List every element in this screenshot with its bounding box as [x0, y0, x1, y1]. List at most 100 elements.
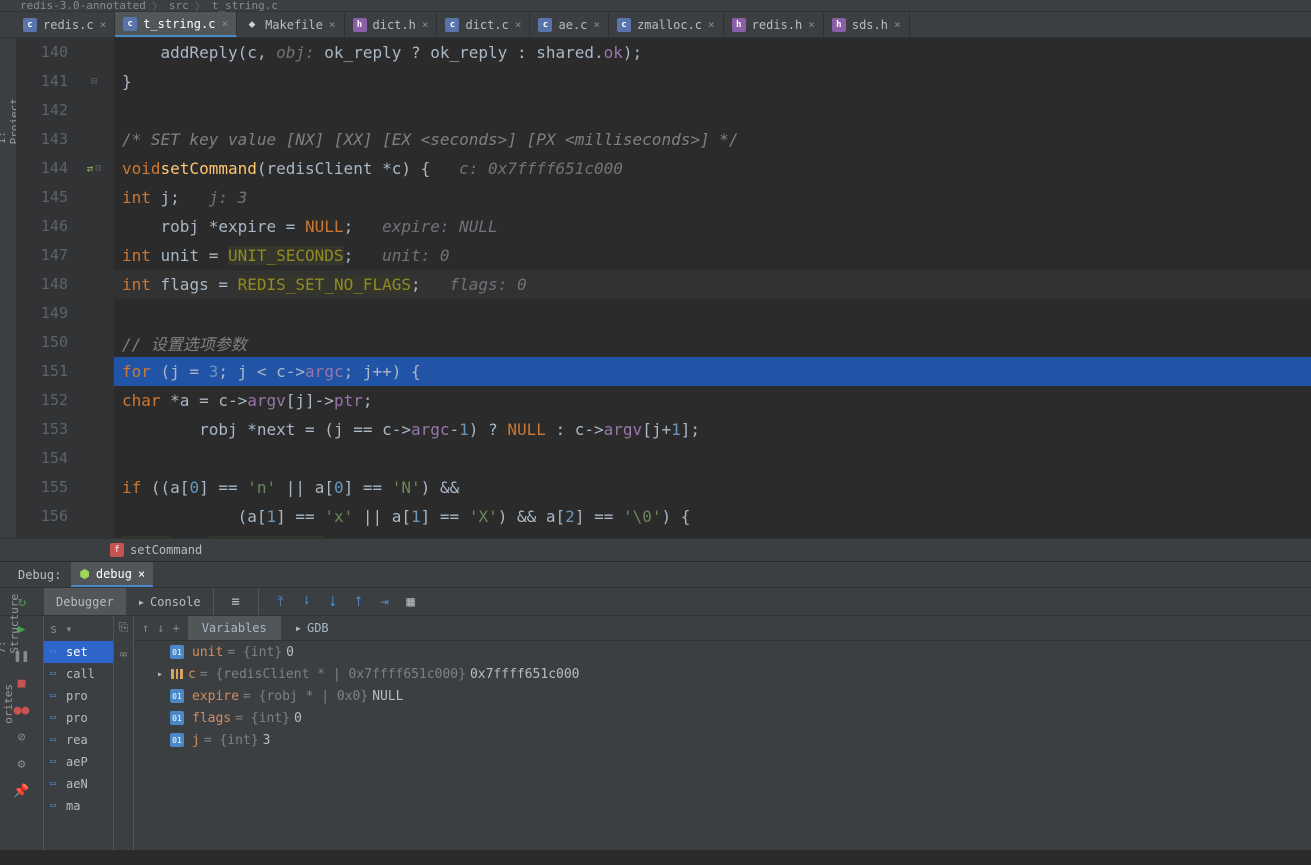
- code-line-150[interactable]: // 设置选项参数: [114, 328, 1311, 357]
- fold-icon[interactable]: ⊟: [95, 154, 101, 183]
- variable-row-expire[interactable]: 01expire = {robj * | 0x0} NULL: [134, 685, 1311, 707]
- stack-frame[interactable]: ▭rea: [44, 729, 113, 751]
- close-icon[interactable]: ×: [221, 17, 228, 30]
- line-number[interactable]: 143: [16, 125, 76, 154]
- code-line-143[interactable]: /* SET key value [NX] [XX] [EX <seconds>…: [114, 125, 1311, 154]
- line-number[interactable]: 147: [16, 241, 76, 270]
- stop-icon[interactable]: ■: [18, 676, 26, 691]
- line-number[interactable]: 152: [16, 386, 76, 415]
- line-number[interactable]: 157: [16, 531, 76, 538]
- code-line-155[interactable]: if ((a[0] == 'n' || a[0] == 'N') &&: [114, 473, 1311, 502]
- editor-tab-dict-h[interactable]: hdict.h×: [345, 12, 438, 37]
- close-icon[interactable]: ×: [138, 567, 145, 581]
- debug-config-tab[interactable]: ⬢ debug ×: [71, 562, 153, 587]
- code-line-149[interactable]: [114, 299, 1311, 328]
- tool-favorites[interactable]: orites: [2, 684, 15, 724]
- stack-frame[interactable]: ▭call: [44, 663, 113, 685]
- code-line-146[interactable]: robj *expire = NULL; expire: NULL: [114, 212, 1311, 241]
- editor-tab-redis-c[interactable]: credis.c×: [15, 12, 115, 37]
- editor-tab-ae-c[interactable]: cae.c×: [530, 12, 609, 37]
- line-number[interactable]: 142: [16, 96, 76, 125]
- step-into-icon[interactable]: ⭣: [325, 594, 341, 610]
- line-number[interactable]: 150: [16, 328, 76, 357]
- gdb-tab[interactable]: ▸ GDB: [281, 616, 343, 640]
- editor-tab-dict-c[interactable]: cdict.c×: [437, 12, 530, 37]
- run-to-cursor-icon[interactable]: ⇥: [377, 594, 393, 610]
- variable-row-flags[interactable]: 01flags = {int} 0: [134, 707, 1311, 729]
- code-line-157[interactable]: flags |= REDIS_SET_NX;: [114, 531, 1311, 538]
- evaluate-icon[interactable]: ▦: [403, 594, 419, 610]
- code-line-144[interactable]: void setCommand(redisClient *c) { c: 0x7…: [114, 154, 1311, 183]
- editor-tab-redis-h[interactable]: hredis.h×: [724, 12, 824, 37]
- code-line-152[interactable]: char *a = c->argv[j]->ptr;: [114, 386, 1311, 415]
- console-tab[interactable]: ▸ Console: [126, 588, 213, 615]
- pin-icon[interactable]: 📌: [13, 784, 29, 799]
- breadcrumb-project[interactable]: redis-3.0-annotated: [20, 0, 146, 12]
- copy-icon[interactable]: ⎘: [119, 620, 129, 635]
- down-arrow-icon[interactable]: ↓: [157, 621, 164, 635]
- stack-frame[interactable]: ▭pro: [44, 685, 113, 707]
- code-line-151[interactable]: for (j = 3; j < c->argc; j++) {: [114, 357, 1311, 386]
- close-icon[interactable]: ×: [894, 18, 901, 31]
- line-number[interactable]: 145: [16, 183, 76, 212]
- code-line-153[interactable]: robj *next = (j == c->argc-1) ? NULL : c…: [114, 415, 1311, 444]
- line-number[interactable]: 149: [16, 299, 76, 328]
- line-number[interactable]: 144: [16, 154, 76, 183]
- line-number[interactable]: 154: [16, 444, 76, 473]
- editor-tab-zmalloc-c[interactable]: czmalloc.c×: [609, 12, 724, 37]
- add-icon[interactable]: +: [172, 621, 179, 635]
- tool-structure[interactable]: 7: Structure: [0, 594, 21, 654]
- variable-row-unit[interactable]: 01unit = {int} 0: [134, 641, 1311, 663]
- line-number[interactable]: 148: [16, 270, 76, 299]
- code-line-156[interactable]: (a[1] == 'x' || a[1] == 'X') && a[2] == …: [114, 502, 1311, 531]
- close-icon[interactable]: ×: [593, 18, 600, 31]
- code-line-145[interactable]: int j; j: 3: [114, 183, 1311, 212]
- mute-breakpoints-icon[interactable]: ⊘: [18, 730, 26, 745]
- close-icon[interactable]: ×: [422, 18, 429, 31]
- editor-tab-sds-h[interactable]: hsds.h×: [824, 12, 910, 37]
- close-icon[interactable]: ×: [808, 18, 815, 31]
- variable-row-j[interactable]: 01j = {int} 3: [134, 729, 1311, 751]
- stack-frame[interactable]: ▭ma: [44, 795, 113, 817]
- debugger-tab[interactable]: Debugger: [44, 588, 126, 615]
- line-number[interactable]: 140: [16, 38, 76, 67]
- line-number[interactable]: 153: [16, 415, 76, 444]
- line-number[interactable]: 141: [16, 67, 76, 96]
- code-line-147[interactable]: int unit = UNIT_SECONDS; unit: 0: [114, 241, 1311, 270]
- editor-tab-t_string-c[interactable]: ct_string.c×: [115, 12, 237, 37]
- line-number[interactable]: 146: [16, 212, 76, 241]
- code-line-141[interactable]: }: [114, 67, 1311, 96]
- line-number[interactable]: 151: [16, 357, 76, 386]
- fold-icon[interactable]: ⊟: [91, 67, 97, 96]
- breadcrumb-folder[interactable]: src: [169, 0, 189, 12]
- line-number[interactable]: 156: [16, 502, 76, 531]
- code-line-154[interactable]: [114, 444, 1311, 473]
- step-out-icon[interactable]: ⭡: [351, 594, 367, 610]
- function-name[interactable]: setCommand: [130, 543, 202, 557]
- breakpoints-icon[interactable]: ●●: [14, 703, 30, 718]
- code-line-140[interactable]: addReply(c, obj: ok_reply ? ok_reply : s…: [114, 38, 1311, 67]
- stack-frame[interactable]: ▭pro: [44, 707, 113, 729]
- threads-icon[interactable]: ≡: [228, 594, 244, 610]
- code-line-148[interactable]: int flags = REDIS_SET_NO_FLAGS; flags: 0: [114, 270, 1311, 299]
- close-icon[interactable]: ×: [100, 18, 107, 31]
- stack-frame[interactable]: ▭aeP: [44, 751, 113, 773]
- step-over-icon[interactable]: ⭭: [299, 594, 315, 610]
- show-execution-icon[interactable]: ⤒: [273, 594, 289, 610]
- editor-tab-Makefile[interactable]: ⬥Makefile×: [237, 12, 344, 37]
- breadcrumb-file[interactable]: t_string.c: [212, 0, 278, 12]
- stack-frame[interactable]: ▭set: [44, 641, 113, 663]
- variable-row-c[interactable]: ▸c = {redisClient * | 0x7ffff651c000} 0x…: [134, 663, 1311, 685]
- expand-icon[interactable]: ▸: [154, 669, 166, 680]
- code-line-142[interactable]: [114, 96, 1311, 125]
- frames-dropdown-icon[interactable]: ▾: [65, 622, 72, 636]
- link-icon[interactable]: ∞: [120, 647, 127, 661]
- code-editor[interactable]: 140141⊟142143144⇄⊟1451461471481491501511…: [16, 38, 1311, 538]
- up-arrow-icon[interactable]: ↑: [142, 621, 149, 635]
- line-number[interactable]: 155: [16, 473, 76, 502]
- close-icon[interactable]: ×: [708, 18, 715, 31]
- stack-frame[interactable]: ▭aeN: [44, 773, 113, 795]
- variables-tab[interactable]: Variables: [188, 616, 281, 640]
- code-area[interactable]: addReply(c, obj: ok_reply ? ok_reply : s…: [114, 38, 1311, 538]
- close-icon[interactable]: ×: [515, 18, 522, 31]
